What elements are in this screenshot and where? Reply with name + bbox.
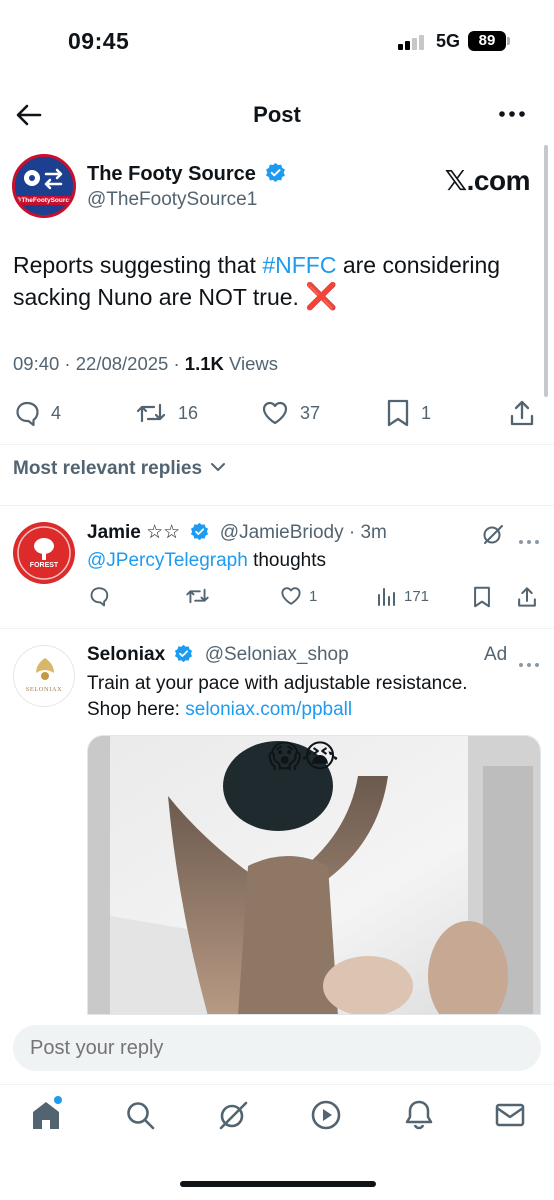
author-handle[interactable]: @TheFootySource1 [87,189,257,211]
grok-icon[interactable] [216,1098,250,1132]
nav-header: Post [0,92,554,138]
more-options-icon[interactable] [498,104,530,124]
reply-item[interactable]: FOREST Jamie ☆☆ @JamieBriody · 3m @JPerc… [0,505,554,628]
reply-icon [90,587,109,607]
avatar[interactable]: @TheFootySource1 [12,154,76,218]
ad-avatar[interactable]: SELONIAX [13,645,75,707]
bottom-tab-bar [0,1090,554,1150]
messages-icon[interactable] [493,1098,527,1132]
reply-count: 4 [51,402,62,423]
battery-tip [507,37,510,45]
post-text: Reports suggesting that #NFFC are consid… [13,250,543,313]
page-title: Post [253,102,301,127]
bookmark-button[interactable]: 1 [385,396,431,430]
reply-button[interactable]: 4 [13,396,61,430]
reply-avatar-label: FOREST [29,562,59,569]
ad-video-emojis: 😱😭 [268,738,339,774]
post-actions: 4 16 37 1 [0,396,554,432]
ad-label: Ad [484,644,508,665]
author-name-text: The Footy Source [87,163,256,185]
verified-badge-icon [175,644,193,663]
reply-input[interactable] [30,1037,510,1060]
search-icon[interactable] [123,1098,157,1132]
reply-icon [16,401,39,427]
bookmark-count: 1 [421,402,432,423]
reply-bookmark-button[interactable] [472,585,492,609]
ad-text-line2: Shop here: seloniax.com/ppball [87,697,537,723]
like-button[interactable]: 37 [260,396,320,430]
reply-handle: @JamieBriody · 3m [219,522,387,543]
ad-text-prefix: Shop here: [87,699,186,720]
heart-icon [262,401,288,425]
reply-compose-box[interactable] [13,1025,541,1071]
like-count: 37 [300,402,321,423]
reply-like-count: 1 [309,587,318,605]
bookmark-icon [387,399,409,427]
reply-text: @JPercyTelegraph thoughts [87,548,537,574]
share-icon [510,400,534,426]
reply-share-button[interactable] [516,585,538,609]
notifications-icon[interactable] [402,1098,436,1132]
scrollbar[interactable] [544,145,548,397]
home-indicator[interactable] [180,1181,376,1187]
ad-author-name: Seloniax [87,644,166,665]
ad-text: Train at your pace with adjustable resis… [87,671,537,723]
repost-count: 16 [178,402,199,423]
share-icon [518,587,536,607]
views-label: Views [223,353,279,374]
ad-video[interactable]: 😱😭 [87,735,541,1015]
divider [0,444,554,445]
heart-icon [281,587,301,605]
ad-link[interactable]: seloniax.com/ppball [185,699,352,720]
views-icon [378,588,395,606]
repost-button[interactable]: 16 [134,396,198,430]
repost-icon [186,588,209,604]
reply-repost-button[interactable] [184,585,211,607]
reply-reply-button[interactable] [88,585,110,607]
repost-icon [136,403,166,423]
status-bar: 09:45 5G 89 [0,0,554,80]
cross-mark-emoji: ❌ [305,281,338,311]
avatar-label: @TheFootySource1 [15,196,76,205]
reply-body: thoughts [247,550,326,571]
replies-sort-dropdown[interactable]: Most relevant replies [13,458,226,480]
ad-video-frame [88,736,540,1014]
ad-avatar-label: SELONIAX [25,686,63,693]
verified-badge-icon [190,522,208,541]
ad-handle: @Seloniax_shop [204,644,349,665]
ad-text-line1: Train at your pace with adjustable resis… [87,673,468,694]
post-text-start: Reports suggesting that [13,252,263,278]
battery-icon: 89 [468,31,506,51]
reply-author[interactable]: Jamie ☆☆ @JamieBriody · 3m [87,521,387,544]
post-author: @TheFootySource1 The Footy Source @TheFo… [12,152,542,222]
bookmark-icon [474,586,490,608]
status-time: 09:45 [68,28,130,54]
reply-author-name: Jamie ☆☆ [87,522,181,543]
reply-avatar[interactable]: FOREST [13,522,75,584]
share-button[interactable] [508,396,536,430]
home-notification-dot [54,1096,62,1104]
network-label: 5G [436,31,461,51]
x-watermark: 𝕏.com [444,165,531,196]
signal-icon [398,34,428,50]
verified-badge-icon [266,162,286,183]
reply-views-button[interactable]: 171 [376,585,429,607]
views-count: 1.1K [184,353,224,374]
reply-view-count: 171 [404,587,430,605]
grok-icon[interactable] [481,522,505,551]
post-timestamp: 09:40 · 22/08/2025 · [13,353,185,374]
ad-author[interactable]: Seloniax @Seloniax_shop [87,644,349,666]
chevron-down-icon [211,463,226,472]
reply-like-button[interactable]: 1 [279,585,317,607]
video-icon[interactable] [309,1098,343,1132]
author-name[interactable]: The Footy Source [87,162,286,186]
hashtag-link[interactable]: #NFFC [262,252,336,278]
replies-sort-label: Most relevant replies [13,458,203,479]
divider [0,1084,554,1085]
mention-link[interactable]: @JPercyTelegraph [87,550,248,571]
post-meta: 09:40 · 22/08/2025 · 1.1K Views [13,353,278,375]
